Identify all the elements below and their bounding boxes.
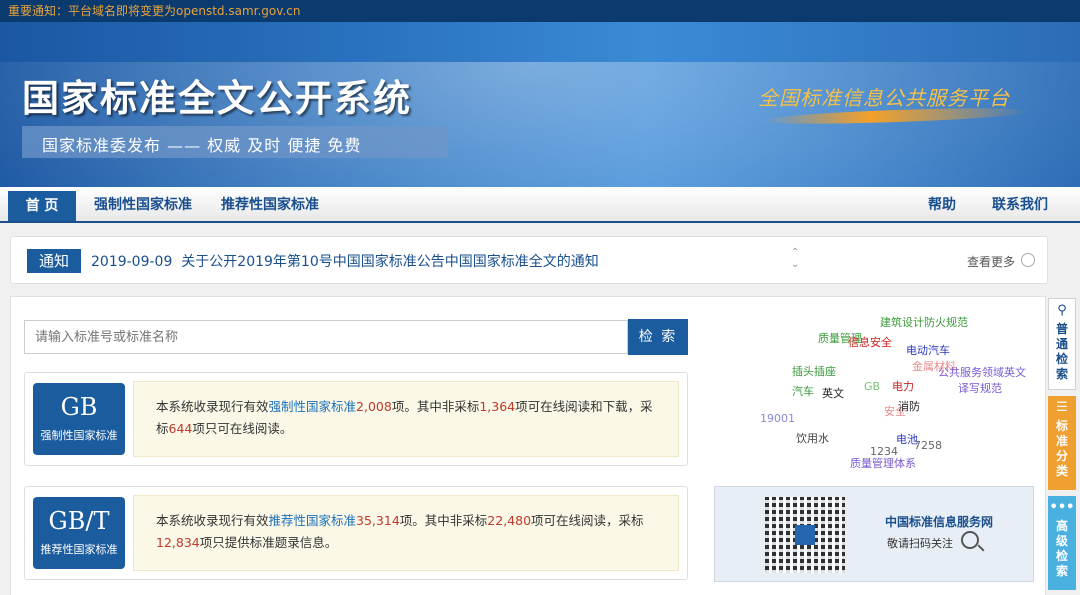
notice-link[interactable]: 2019-09-09 关于公开2019年第10号中国国家标准公告中国国家标准全文… — [91, 251, 599, 271]
cloud-tag[interactable]: 饮用水 — [796, 430, 829, 446]
chevron-up-icon[interactable]: ⌃ — [791, 247, 799, 259]
cloud-tag[interactable]: 汽车 — [792, 383, 814, 399]
platform-slogan: 全国标准信息公共服务平台 — [758, 86, 1010, 110]
cloud-tag[interactable]: 英文 — [822, 385, 844, 401]
qr-subtitle: 敬请扫码关注 — [887, 537, 953, 550]
search-icon: ⚲ — [1057, 303, 1067, 318]
nav-help[interactable]: 帮助 — [928, 193, 956, 217]
gb-count-adopted: 644 — [168, 421, 193, 436]
gb-card: GB 强制性国家标准 本系统收录现行有效强制性国家标准2,008项。其中非采标1… — [24, 372, 688, 466]
gbt-badge-code: GB/T — [48, 507, 110, 535]
cloud-tag[interactable]: 19001 — [760, 412, 795, 425]
chevron-down-icon[interactable]: ⌄ — [791, 259, 799, 271]
side-tab-category-label: 标准分类 — [1055, 419, 1068, 478]
gbt-desc-text: 本系统收录现行有效 — [156, 513, 269, 528]
site-subtitle: 国家标准委发布 —— 权威 及时 便捷 免费 — [22, 126, 448, 158]
list-icon: ☰ — [1056, 400, 1068, 415]
gb-count-nonadopted: 1,364 — [479, 399, 516, 414]
cloud-tag[interactable]: 译写规范 — [958, 380, 1002, 396]
notice-scroll-arrows[interactable]: ⌃ ⌄ — [791, 247, 799, 271]
side-tab-normal-label: 普通检索 — [1055, 322, 1068, 381]
search-input[interactable] — [24, 320, 628, 354]
notice-title: 关于公开2019年第10号中国国家标准公告中国国家标准全文的通知 — [181, 254, 599, 270]
qr-title: 中国标准信息服务网 — [885, 515, 994, 529]
notice-bar: 通知 2019-09-09 关于公开2019年第10号中国国家标准公告中国国家标… — [10, 236, 1048, 284]
gb-desc-link[interactable]: 强制性国家标准 — [269, 399, 357, 414]
tag-cloud: 建筑设计防火规范 质量管理 信息安全 电动汽车 金属材料 插头插座 公共服务领域… — [720, 306, 1040, 476]
cloud-tag[interactable]: 电动汽车 — [906, 342, 950, 358]
cloud-tag[interactable]: 质量管理体系 — [850, 455, 916, 471]
more-dots-icon: ••• — [1049, 500, 1075, 515]
gbt-desc-text: 项只提供标准题录信息。 — [199, 535, 338, 550]
gb-badge-code: GB — [60, 393, 98, 421]
clock-icon — [1021, 253, 1035, 267]
magnifier-icon — [961, 531, 979, 549]
gb-badge-label: 强制性国家标准 — [40, 429, 118, 442]
cloud-tag[interactable]: GB — [864, 380, 880, 393]
gbt-count-total: 35,314 — [356, 513, 400, 528]
gb-description: 本系统收录现行有效强制性国家标准2,008项。其中非采标1,364项可在线阅读和… — [133, 381, 679, 457]
side-tab-advanced[interactable]: ••• 高级检索 — [1048, 496, 1076, 590]
side-tab-normal-search[interactable]: ⚲ 普通检索 — [1048, 298, 1076, 390]
top-notice-bar: 重要通知：平台域名即将变更为openstd.samr.gov.cn — [0, 0, 1080, 22]
side-tab-advanced-label: 高级检索 — [1055, 519, 1068, 578]
nav-mandatory-standards[interactable]: 强制性国家标准 — [94, 193, 192, 217]
search-button[interactable]: 检 索 — [628, 319, 688, 355]
gbt-count-adopted: 12,834 — [156, 535, 200, 550]
gbt-badge[interactable]: GB/T 推荐性国家标准 — [33, 497, 125, 569]
cloud-tag[interactable]: 7258 — [914, 439, 942, 452]
gbt-badge-label: 推荐性国家标准 — [40, 543, 118, 556]
notice-tag: 通知 — [27, 249, 81, 273]
site-title: 国家标准全文公开系统 — [22, 76, 412, 120]
main-nav: 首 页 强制性国家标准 推荐性国家标准 帮助 联系我们 — [0, 187, 1080, 223]
gb-desc-text: 本系统收录现行有效 — [156, 399, 269, 414]
gbt-desc-link[interactable]: 推荐性国家标准 — [269, 513, 357, 528]
view-more-link[interactable]: 查看更多 — [967, 253, 1015, 270]
gbt-count-nonadopted: 22,480 — [487, 513, 532, 528]
qr-logo-icon — [795, 525, 815, 545]
qr-panel: 中国标准信息服务网 敬请扫码关注 — [714, 486, 1034, 582]
cloud-tag[interactable]: 电力 — [892, 378, 914, 394]
cloud-tag[interactable]: 消防 — [898, 398, 920, 414]
nav-recommended-standards[interactable]: 推荐性国家标准 — [221, 193, 319, 217]
gbt-card: GB/T 推荐性国家标准 本系统收录现行有效推荐性国家标准35,314项。其中非… — [24, 486, 688, 580]
header-banner: 国家标准全文公开系统 国家标准委发布 —— 权威 及时 便捷 免费 全国标准信息… — [0, 22, 1080, 187]
cloud-tag[interactable]: 建筑设计防火规范 — [880, 314, 968, 330]
gbt-desc-text: 项可在线阅读，采标 — [531, 513, 644, 528]
notice-date: 2019-09-09 — [91, 254, 173, 270]
gb-badge[interactable]: GB 强制性国家标准 — [33, 383, 125, 455]
nav-contact[interactable]: 联系我们 — [992, 193, 1048, 217]
top-notice-text: 重要通知：平台域名即将变更为openstd.samr.gov.cn — [8, 4, 301, 18]
cloud-tag[interactable]: 公共服务领域英文 — [938, 364, 1026, 380]
cloud-tag[interactable]: 插头插座 — [792, 363, 836, 379]
nav-home[interactable]: 首 页 — [8, 191, 76, 221]
cloud-tag[interactable]: 信息安全 — [848, 334, 892, 350]
gb-count-total: 2,008 — [356, 399, 392, 414]
side-tab-category[interactable]: ☰ 标准分类 — [1048, 396, 1076, 490]
gb-desc-text: 项只可在线阅读。 — [192, 421, 293, 436]
gbt-description: 本系统收录现行有效推荐性国家标准35,314项。其中非采标22,480项可在线阅… — [133, 495, 679, 571]
gb-desc-text: 项。其中非采标 — [391, 399, 480, 414]
gbt-desc-text: 项。其中非采标 — [399, 513, 488, 528]
